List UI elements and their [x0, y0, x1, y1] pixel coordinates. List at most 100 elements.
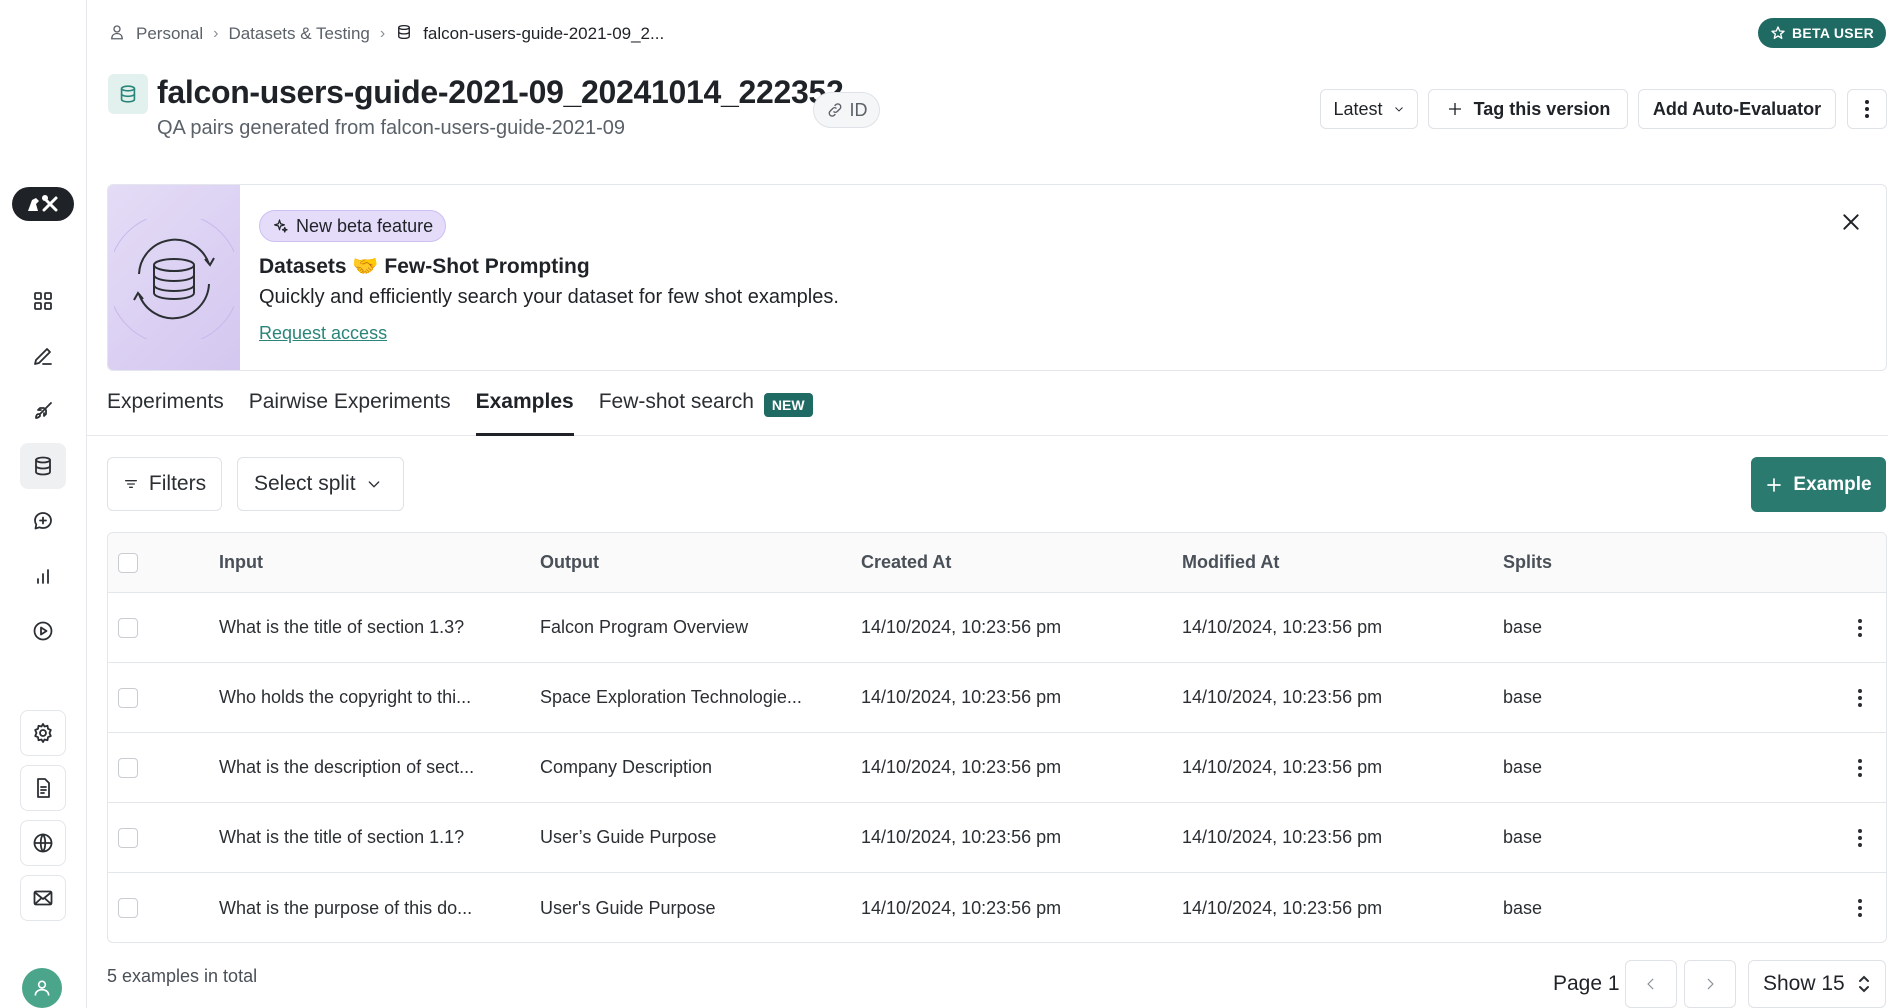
split-cell: base	[1503, 617, 1543, 637]
beta-user-badge[interactable]: BETA USER	[1757, 18, 1886, 48]
table-row[interactable]: Who holds the copyright to thi... Space E…	[108, 663, 1886, 733]
output-cell: Falcon Program Overview	[540, 617, 749, 637]
chevron-up-down-icon	[1859, 975, 1869, 993]
tag-version-button[interactable]: Tag this version	[1428, 89, 1628, 129]
row-checkbox[interactable]	[118, 827, 138, 848]
created-at-cell: 14/10/2024, 10:23:56 pm	[861, 757, 1062, 777]
input-cell: What is the title of section 1.3?	[219, 617, 465, 637]
add-auto-evaluator-button[interactable]: Add Auto-Evaluator	[1638, 89, 1836, 129]
nav-dashboard-icon[interactable]	[20, 278, 66, 324]
column-header-modified-at[interactable]: Modified At	[1182, 533, 1279, 592]
table-header: Input Output Created At Modified At Spli…	[108, 533, 1886, 593]
next-page-button[interactable]	[1684, 960, 1736, 1008]
app-logo[interactable]	[12, 187, 74, 221]
kebab-menu-icon	[1858, 758, 1862, 777]
page-size-value: Show 15	[1763, 972, 1845, 995]
breadcrumb-current: falcon-users-guide-2021-09_2...	[423, 24, 665, 43]
plus-icon	[1448, 103, 1461, 115]
examples-table: Input Output Created At Modified At Spli…	[107, 532, 1887, 943]
created-at-cell: 14/10/2024, 10:23:56 pm	[861, 897, 1062, 918]
select-all-checkbox[interactable]	[118, 552, 138, 573]
column-header-created-at[interactable]: Created At	[861, 533, 951, 592]
created-at-cell: 14/10/2024, 10:23:56 pm	[861, 687, 1062, 707]
nav-prompts-chat-icon[interactable]	[20, 498, 66, 544]
add-example-button[interactable]: Example	[1751, 457, 1886, 512]
new-badge: NEW	[763, 393, 813, 417]
breadcrumb-personal[interactable]: Personal	[136, 24, 203, 44]
chevron-down-icon	[1394, 107, 1403, 112]
add-example-label: Example	[1793, 473, 1872, 495]
output-cell: Space Exploration Technologie...	[540, 687, 802, 707]
version-select[interactable]: Latest	[1320, 89, 1418, 129]
parrot-tools-icon	[28, 195, 58, 212]
row-menu-button[interactable]	[1850, 826, 1870, 850]
created-at-cell: 14/10/2024, 10:23:56 pm	[861, 827, 1062, 847]
chevron-down-icon	[368, 481, 379, 488]
copy-id-button[interactable]: ID	[813, 92, 880, 128]
column-header-output[interactable]: Output	[540, 533, 599, 592]
user-avatar[interactable]	[22, 968, 62, 1008]
page-subtitle: QA pairs generated from falcon-users-gui…	[157, 117, 626, 139]
table-row[interactable]: What is the title of section 1.3? Falcon …	[108, 593, 1886, 663]
split-cell: base	[1503, 687, 1543, 707]
row-menu-button[interactable]	[1850, 616, 1870, 640]
beta-badge-label: New beta feature	[296, 215, 434, 236]
beta-feature-banner: New beta feature Datasets 🤝 Few-Shot Pro…	[107, 184, 1887, 371]
modified-at-cell: 14/10/2024, 10:23:56 pm	[1182, 757, 1383, 777]
column-header-input[interactable]: Input	[219, 533, 263, 592]
banner-heading: Datasets 🤝 Few-Shot Prompting	[259, 255, 590, 278]
tab-pairwise-experiments[interactable]: Pairwise Experiments	[249, 390, 451, 436]
total-count: 5 examples in total	[107, 966, 258, 986]
breadcrumb: Personal › Datasets & Testing › falcon-u…	[108, 22, 664, 46]
page-size-select[interactable]: Show 15	[1748, 960, 1886, 1008]
input-cell: What is the description of sect...	[219, 757, 475, 777]
tab-few-shot-search[interactable]: Few-shot search NEW	[599, 390, 813, 436]
input-cell: What is the title of section 1.1?	[219, 827, 465, 847]
beta-user-label: BETA USER	[1791, 25, 1874, 41]
page-indicator: Page 1	[1553, 972, 1620, 995]
user-icon	[34, 980, 50, 996]
nav-annotate-pen-icon[interactable]	[20, 333, 66, 379]
row-checkbox[interactable]	[118, 757, 138, 778]
nav-playground-play-icon[interactable]	[20, 608, 66, 654]
table-row[interactable]: What is the purpose of this do... User's …	[108, 873, 1886, 942]
created-at-cell: 14/10/2024, 10:23:56 pm	[861, 617, 1062, 637]
previous-page-button[interactable]	[1625, 960, 1677, 1008]
row-checkbox[interactable]	[118, 898, 138, 918]
select-split-dropdown[interactable]: Select split	[237, 457, 404, 511]
filters-label: Filters	[148, 472, 207, 495]
kebab-menu-icon	[1858, 688, 1862, 707]
nav-datasets-icon[interactable]	[20, 443, 66, 489]
table-row[interactable]: What is the title of section 1.1? User’s …	[108, 803, 1886, 873]
row-checkbox[interactable]	[118, 687, 138, 708]
globe-icon[interactable]	[20, 820, 66, 866]
nav-deploy-rocket-icon[interactable]	[20, 388, 66, 434]
row-menu-button[interactable]	[1850, 896, 1870, 920]
breadcrumb-separator: ›	[379, 25, 386, 42]
more-options-button[interactable]	[1847, 89, 1887, 129]
column-header-splits[interactable]: Splits	[1503, 533, 1552, 592]
filters-button[interactable]: Filters	[107, 457, 222, 511]
row-checkbox[interactable]	[118, 617, 138, 638]
mail-envelope-icon[interactable]	[20, 875, 66, 921]
output-cell: Company Description	[540, 757, 713, 777]
modified-at-cell: 14/10/2024, 10:23:56 pm	[1182, 827, 1383, 847]
modified-at-cell: 14/10/2024, 10:23:56 pm	[1182, 687, 1383, 707]
row-menu-button[interactable]	[1850, 756, 1870, 780]
banner-description: Quickly and efficiently search your data…	[259, 286, 839, 308]
tab-examples[interactable]: Examples	[475, 390, 574, 436]
tab-experiments[interactable]: Experiments	[107, 390, 224, 436]
table-row[interactable]: What is the description of sect... Compan…	[108, 733, 1886, 803]
settings-gear-icon[interactable]	[20, 710, 66, 756]
request-access-link[interactable]: Request access	[259, 323, 387, 344]
input-cell: Who holds the copyright to thi...	[219, 687, 472, 707]
kebab-menu-icon	[1858, 618, 1862, 637]
nav-monitoring-chart-icon[interactable]	[20, 553, 66, 599]
docs-document-icon[interactable]	[20, 765, 66, 811]
row-menu-button[interactable]	[1850, 686, 1870, 710]
new-beta-feature-badge: New beta feature	[259, 210, 447, 242]
output-cell: User's Guide Purpose	[540, 897, 716, 918]
breadcrumb-datasets[interactable]: Datasets & Testing	[228, 24, 369, 44]
close-banner-button[interactable]	[1838, 209, 1864, 235]
tab-few-shot-search-label: Few-shot search	[598, 390, 754, 413]
